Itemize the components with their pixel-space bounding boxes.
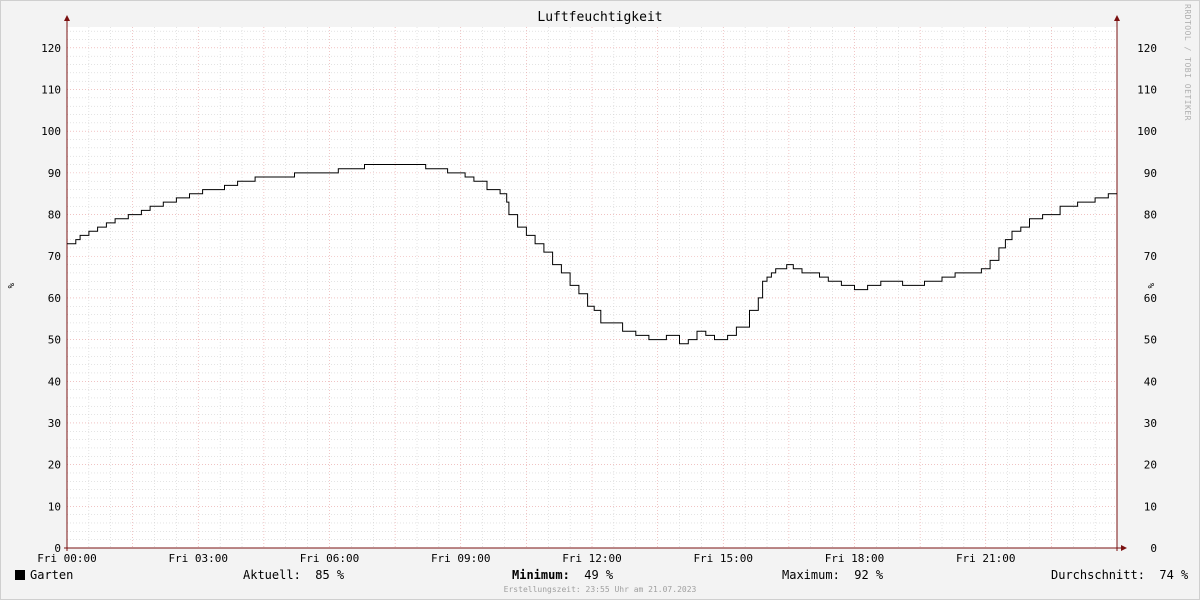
x-tick-label: Fri 03:00: [168, 552, 228, 565]
x-tick-label: Fri 09:00: [431, 552, 491, 565]
y-tick-label-right: 20: [1144, 459, 1157, 472]
stat-minimum: Minimum: 49 %: [512, 568, 613, 582]
stat-maximum: Maximum: 92 %: [782, 568, 883, 582]
x-tick-label: Fri 00:00: [37, 552, 97, 565]
y-tick-label-left: 10: [48, 500, 61, 513]
stat-current-label: Aktuell:: [243, 568, 301, 582]
y-tick-label-left: 110: [41, 84, 61, 97]
x-tick-label: Fri 18:00: [825, 552, 885, 565]
stat-maximum-label: Maximum:: [782, 568, 840, 582]
stat-average: Durchschnitt: 74 %: [1051, 568, 1188, 582]
y-tick-label-left: 70: [48, 250, 61, 263]
x-tick-label: Fri 12:00: [562, 552, 622, 565]
legend-series-name: Garten: [30, 568, 74, 582]
y-tick-label-right: 60: [1144, 292, 1157, 305]
humidity-chart: 0 010 1020 2030 3040 4050 5060 6070 7080 8090 9010…: [37, 15, 1157, 565]
stat-minimum-value: 49 %: [584, 568, 614, 582]
y-tick-label-right: 10: [1144, 500, 1157, 513]
stat-average-label: Durchschnitt:: [1051, 568, 1145, 582]
stat-average-value: 74 %: [1159, 568, 1189, 582]
y-tick-label-right: 110: [1137, 84, 1157, 97]
y-tick-label-right: 90: [1144, 167, 1157, 180]
y-axis-unit-left: %: [5, 283, 15, 289]
y-tick-label-left: 60: [48, 292, 61, 305]
y-tick-label-left: 40: [48, 375, 61, 388]
y-tick-label-right: 30: [1144, 417, 1157, 430]
y-tick-label-left: 80: [48, 209, 61, 222]
y-tick-label-right: 80: [1144, 209, 1157, 222]
y-tick-label-left: 20: [48, 459, 61, 472]
x-tick-label: Fri 15:00: [693, 552, 753, 565]
y-tick-label-left: 100: [41, 125, 61, 138]
stat-minimum-label: Minimum:: [512, 568, 570, 582]
rrdtool-watermark: RRDTOOL / TOBI OETIKER: [1183, 4, 1192, 121]
y-tick-label-right: 70: [1144, 250, 1157, 263]
stat-current: Aktuell: 85 %: [243, 568, 344, 582]
y-tick-label-left: 90: [48, 167, 61, 180]
creation-timestamp: Erstellungszeit: 23:55 Uhr am 21.07.2023: [503, 585, 697, 594]
x-tick-label: Fri 06:00: [300, 552, 360, 565]
stat-current-value: 85 %: [315, 568, 345, 582]
y-tick-label-left: 30: [48, 417, 61, 430]
legend-swatch: [15, 570, 25, 580]
chart-title: Luftfeuchtigkeit: [537, 10, 663, 25]
x-tick-label: Fri 21:00: [956, 552, 1016, 565]
y-axis-unit-right: %: [1145, 283, 1155, 289]
y-tick-label-right: 0: [1150, 542, 1157, 555]
x-axis-arrow: [1121, 545, 1127, 551]
stat-maximum-value: 92 %: [854, 568, 884, 582]
y-tick-label-left: 50: [48, 334, 61, 347]
y-tick-label-right: 100: [1137, 125, 1157, 138]
y-tick-label-right: 120: [1137, 42, 1157, 55]
y-tick-label-right: 50: [1144, 334, 1157, 347]
y-tick-label-left: 120: [41, 42, 61, 55]
y-tick-label-right: 40: [1144, 375, 1157, 388]
